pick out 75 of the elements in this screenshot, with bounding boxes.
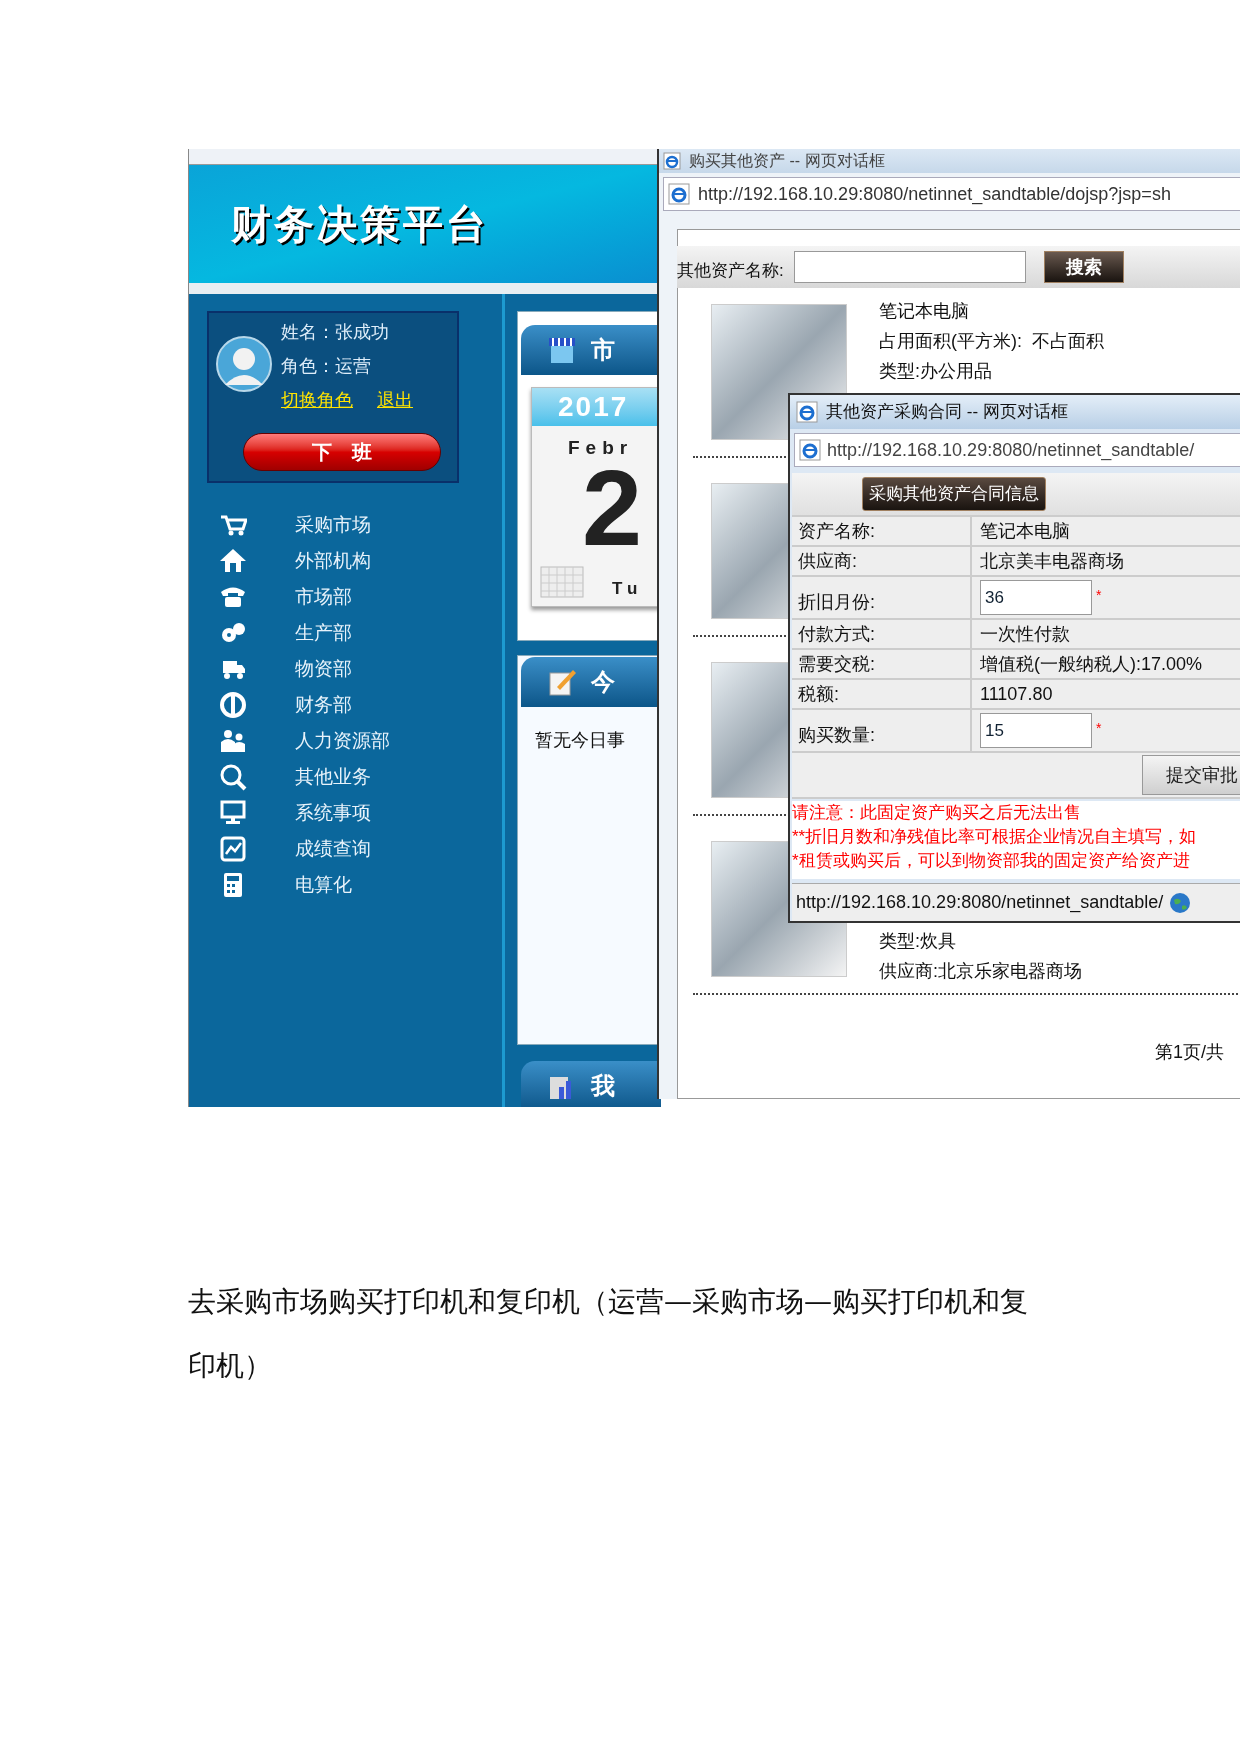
form-value: 笔记本电脑 (980, 519, 1070, 543)
required-mark: * (1096, 586, 1102, 605)
caption-paragraph: 去采购市场购买打印机和复印机（运营—采购市场—购买打印机和复印机） (188, 1284, 1029, 1384)
panel-title: 我 (591, 1071, 615, 1101)
avatar-icon (215, 335, 273, 393)
form-label: 资产名称: (792, 517, 972, 545)
section-header-button[interactable]: 采购其他资产合同信息 (862, 477, 1046, 511)
user-role: 角色：运营 (281, 355, 371, 378)
empty-message: 暂无今日事 (535, 729, 625, 752)
coin-icon (219, 691, 247, 719)
form-label: 供应商: (792, 547, 972, 575)
nav-item[interactable]: 市场部 (295, 582, 352, 612)
form-label: 税额: (792, 680, 972, 708)
submit-button[interactable]: 提交审批 (1142, 755, 1240, 795)
form-value: 增值税(一般纳税人):17.00% (980, 652, 1203, 676)
nav-item[interactable]: 成绩查询 (295, 834, 371, 864)
grid-icon (540, 566, 584, 598)
chart-document-icon (219, 835, 247, 863)
dialog-title: 其他资产采购合同 -- 网页对话框 (826, 401, 1068, 424)
address-url: http://192.168.10.29:8080/netinnet_sandtable/dojsp?jsp=sh (698, 182, 1171, 207)
search-field[interactable] (793, 251, 1026, 283)
panel-title: 今 (591, 667, 615, 697)
panel-title: 市 (591, 335, 615, 365)
people-icon (219, 727, 247, 755)
nav-item[interactable]: 电算化 (295, 870, 352, 900)
form-value: 北京美丰电器商场 (980, 549, 1124, 573)
dialog-title: 购买其他资产 -- 网页对话框 (689, 151, 885, 171)
app-title: 财务决策平台 (231, 201, 489, 248)
text-field[interactable]: 15 (980, 713, 1092, 748)
search-button[interactable]: 搜索 (1043, 251, 1124, 283)
required-mark: * (1096, 719, 1102, 738)
magnifier-icon (219, 763, 247, 791)
nav-item[interactable]: 采购市场 (295, 510, 371, 540)
nav-item[interactable]: 系统事项 (295, 798, 371, 828)
role-link[interactable]: 退出 (377, 387, 413, 414)
globe-icon (1169, 891, 1192, 914)
search-label: 其他资产名称: (677, 260, 784, 283)
nav-item[interactable]: 财务部 (295, 690, 352, 720)
monitor-icon (219, 799, 247, 827)
browser-icon (663, 152, 681, 170)
form-label: 付款方式: (792, 620, 972, 648)
browser-icon (796, 401, 818, 423)
form-label: 需要交税: (792, 650, 972, 678)
role-link[interactable]: 切换角色 (281, 387, 353, 414)
product-detail: 类型:办公用品 (879, 360, 993, 383)
product-detail: 占用面积(平方米): 不占面积 (879, 330, 1104, 353)
form-label: 购买数量: (792, 710, 972, 751)
calendar-month: Febr (568, 436, 634, 460)
browser-icon (799, 439, 821, 461)
nav-item[interactable]: 物资部 (295, 654, 352, 684)
warning-note: 请注意：此固定资产购买之后无法出售 (792, 802, 1082, 824)
user-name: 姓名：张成功 (281, 321, 389, 344)
product-detail: 笔记本电脑 (879, 300, 970, 323)
address-url: http://192.168.10.29:8080/netinnet_sandtable/ (827, 438, 1195, 463)
storefront-icon (547, 335, 577, 365)
pagination-text: 第1页/共 (1155, 1041, 1224, 1064)
form-label: 折旧月份: (792, 577, 972, 618)
off-duty-button[interactable]: 下 班 (243, 433, 441, 471)
calendar-weekday: Tu (612, 578, 644, 600)
product-detail: 类型:炊具 (879, 930, 957, 953)
notepad-pencil-icon (547, 667, 577, 697)
browser-icon (668, 183, 690, 205)
warning-note: **折旧月数和净残值比率可根据企业情况自主填写，如 (792, 826, 1198, 848)
house-icon (219, 547, 247, 575)
nav-item[interactable]: 其他业务 (295, 762, 371, 792)
status-url: http://192.168.10.29:8080/netinnet_sandtable/ (796, 891, 1164, 915)
warning-note: *租赁或购买后，可以到物资部我的固定资产给资产进 (792, 850, 1191, 872)
form-value: 一次性付款 (980, 622, 1070, 646)
nav-item[interactable]: 人力资源部 (295, 726, 390, 756)
calendar-day: 2 (582, 462, 643, 554)
form-value: 11107.80 (980, 682, 1053, 706)
nav-item[interactable]: 外部机构 (295, 546, 371, 576)
product-detail: 供应商:北京乐家电器商场 (879, 960, 1082, 983)
nav-item[interactable]: 生产部 (295, 618, 352, 648)
text-field[interactable]: 36 (980, 580, 1092, 615)
